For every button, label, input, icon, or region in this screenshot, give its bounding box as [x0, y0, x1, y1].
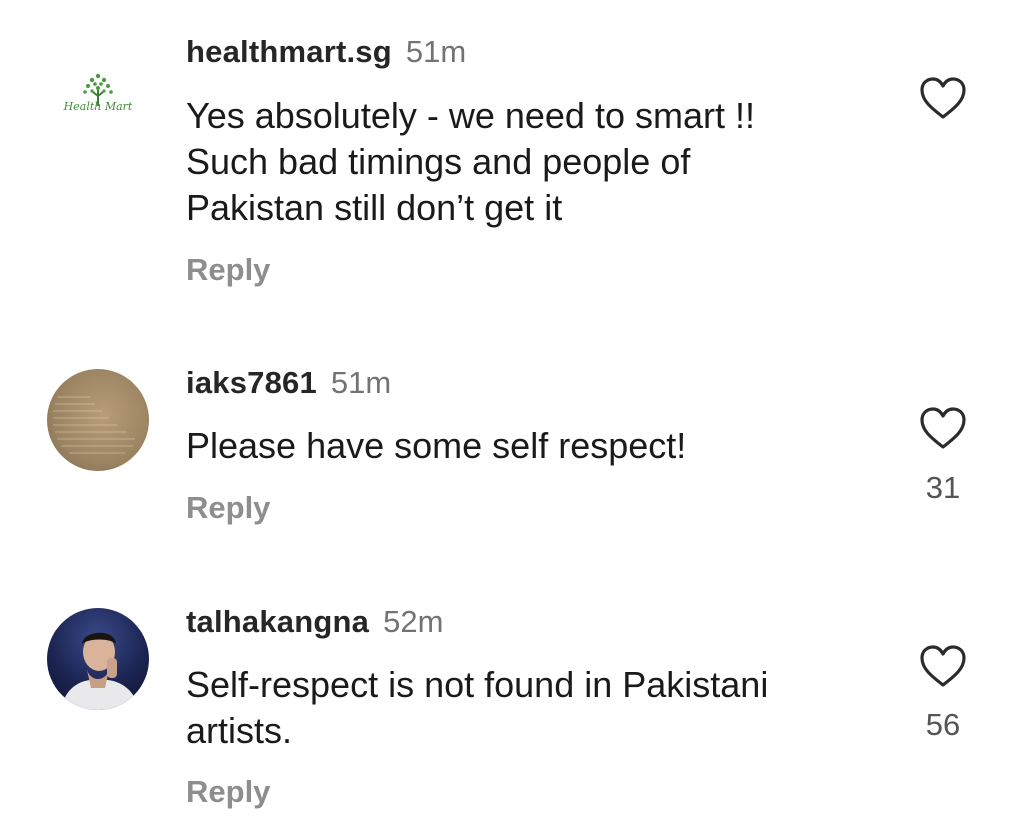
username-link[interactable]: talhakangna — [186, 604, 369, 639]
comment-item: iaks7861 51m Please have some self respec… — [0, 330, 1024, 580]
profile-photo-icon — [53, 396, 135, 454]
heart-icon — [920, 645, 966, 687]
like-button[interactable] — [918, 76, 968, 122]
username-link[interactable]: healthmart.sg — [186, 34, 392, 69]
timestamp: 51m — [405, 34, 467, 69]
comment-header: healthmart.sg 51m — [186, 34, 466, 70]
avatar[interactable] — [47, 369, 149, 471]
like-count[interactable]: 56 — [908, 707, 978, 743]
reply-button[interactable]: Reply — [186, 774, 270, 810]
avatar[interactable] — [47, 608, 149, 710]
comment-text: Please have some self respect! — [186, 425, 687, 466]
like-button[interactable] — [918, 644, 968, 690]
logo-text: Health Mart — [63, 100, 133, 113]
comment-header: talhakangna 52m — [186, 604, 443, 640]
username-link[interactable]: iaks7861 — [186, 365, 317, 400]
comment-text: Self-respect is not found in Pakistani a… — [186, 664, 769, 751]
timestamp: 52m — [383, 604, 444, 639]
reply-button[interactable]: Reply — [186, 490, 270, 526]
like-button[interactable] — [918, 406, 968, 452]
healthmart-logo-avatar[interactable]: Health Mart — [52, 70, 144, 130]
comment-item: talhakangna 52m Self-respect is not found… — [0, 580, 1024, 836]
comment-header: iaks7861 51m — [186, 365, 391, 401]
comment-item: Health Mart healthmart.sg 51m Yes absolut… — [0, 0, 1024, 330]
timestamp: 51m — [330, 365, 392, 400]
like-count[interactable]: 31 — [908, 470, 978, 506]
comment-text: Yes absolutely - we need to smart !! Suc… — [186, 95, 755, 228]
profile-photo-icon — [61, 632, 139, 710]
heart-icon — [920, 407, 966, 449]
heart-icon — [920, 77, 966, 119]
reply-button[interactable]: Reply — [186, 252, 270, 288]
